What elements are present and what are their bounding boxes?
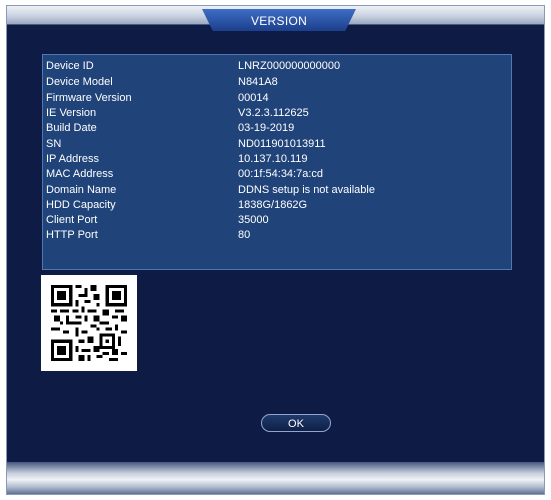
info-label: SN [46, 138, 62, 150]
ok-button[interactable]: OK [261, 414, 331, 432]
info-value: 1838G/1862G [238, 199, 308, 211]
info-row-domain-name: Domain Name DDNS setup is not available [46, 183, 506, 198]
info-value: 00014 [238, 92, 269, 104]
device-info-panel: Device ID LNRZ000000000000 Device Model … [42, 54, 512, 270]
info-row-device-model: Device Model N841A8 [46, 75, 506, 90]
info-value: 10.137.10.119 [238, 153, 308, 165]
info-label: IP Address [46, 153, 99, 165]
qr-code-icon [51, 285, 127, 361]
info-value: 80 [238, 229, 251, 241]
info-value: DDNS setup is not available [238, 184, 375, 196]
info-row-ip-address: IP Address 10.137.10.119 [46, 152, 506, 167]
info-label: HTTP Port [46, 229, 98, 241]
info-label: Device ID [46, 60, 94, 72]
info-value: LNRZ000000000000 [238, 60, 341, 72]
info-label: Firmware Version [46, 92, 132, 104]
info-row-device-id: Device ID LNRZ000000000000 [46, 59, 506, 74]
info-label: IE Version [46, 107, 97, 119]
version-dialog: VERSION Device ID LNRZ000000000000 Devic… [6, 5, 545, 495]
info-row-firmware-version: Firmware Version 00014 [46, 91, 506, 106]
info-label: Device Model [46, 76, 113, 88]
info-label: HDD Capacity [46, 199, 116, 211]
info-value: 35000 [238, 214, 269, 226]
bottom-bar [7, 462, 544, 494]
info-label: Domain Name [46, 184, 117, 196]
info-value: N841A8 [238, 76, 278, 88]
info-row-build-date: Build Date 03-19-2019 [46, 121, 506, 136]
info-label: MAC Address [46, 168, 114, 180]
info-value: 03-19-2019 [238, 122, 295, 134]
info-row-mac-address: MAC Address 00:1f:54:34:7a:cd [46, 167, 506, 182]
info-label: Client Port [46, 214, 98, 226]
info-row-ie-version: IE Version V3.2.3.112625 [46, 106, 506, 121]
info-row-http-port: HTTP Port 80 [46, 228, 506, 243]
info-row-hdd-capacity: HDD Capacity 1838G/1862G [46, 198, 506, 213]
info-label: Build Date [46, 122, 97, 134]
dialog-title: VERSION [250, 14, 308, 28]
info-value: V3.2.3.112625 [238, 107, 309, 119]
info-value: ND011901013911 [238, 138, 326, 150]
qr-code [41, 275, 137, 371]
info-value: 00:1f:54:34:7a:cd [238, 168, 324, 180]
info-row-client-port: Client Port 35000 [46, 213, 506, 228]
info-row-sn: SN ND011901013911 [46, 137, 506, 152]
